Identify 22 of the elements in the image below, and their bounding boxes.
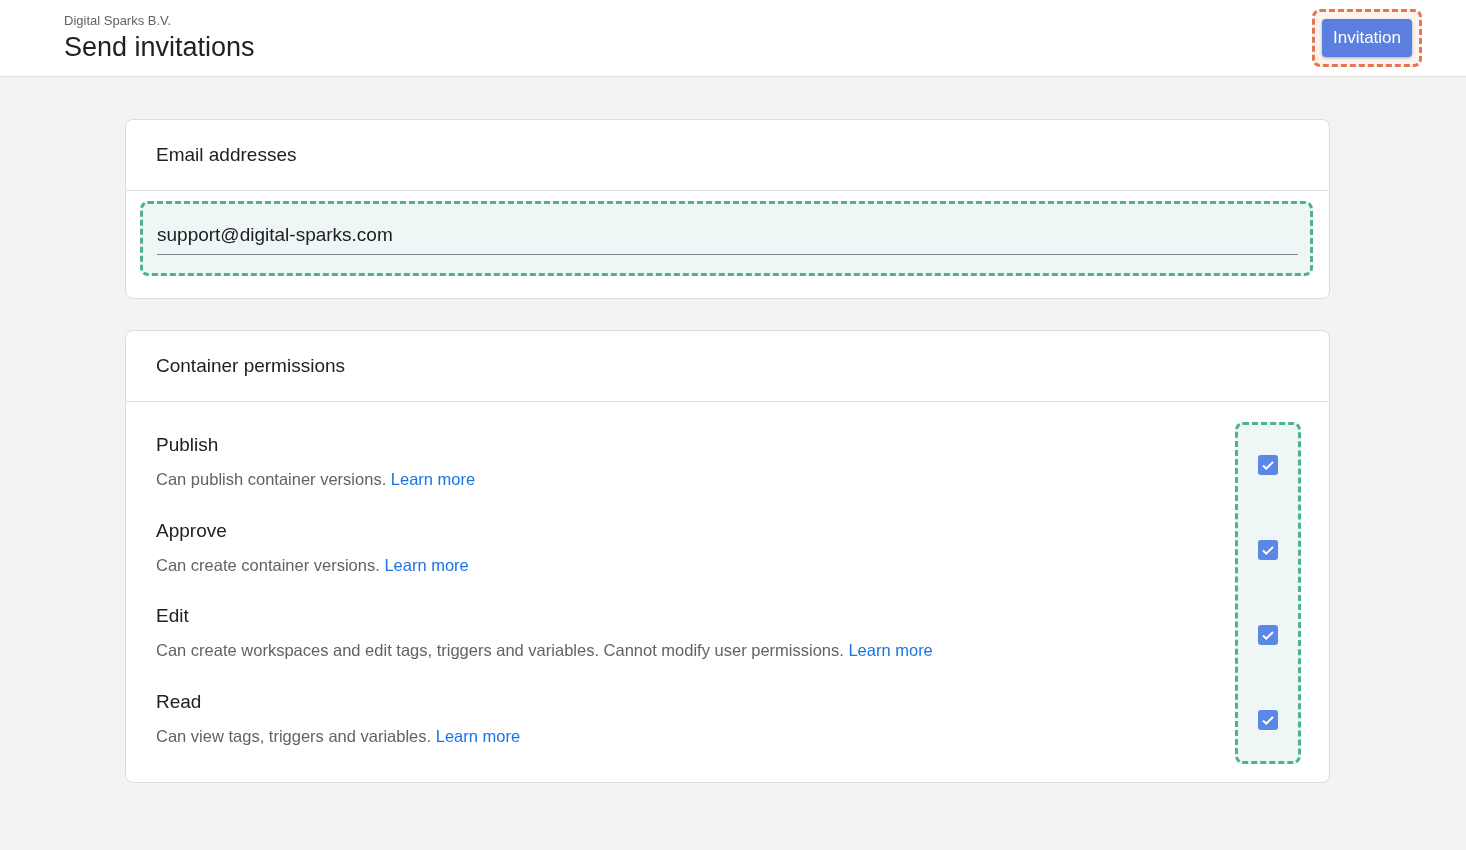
permission-checkbox[interactable] (1258, 455, 1278, 475)
permission-name: Edit (156, 605, 190, 627)
permission-description: Can publish container versions. Learn more (156, 470, 477, 489)
permission-description: Can view tags, triggers and variables. Learn more (156, 726, 522, 746)
permission-description: Can create workspaces and edit tags, triggers and variables. Cannot modify user permissions. Learn more (156, 641, 933, 660)
invitation-button[interactable]: Invitation (1321, 19, 1412, 57)
permission-checkbox[interactable] (1258, 540, 1278, 560)
learn-more-link[interactable]: Learn more (435, 726, 521, 745)
email-input-field[interactable]: support@digital-sparks.com (140, 201, 1313, 276)
permission-description: Can create container versions. Learn more (156, 555, 470, 575)
permission-checkbox[interactable] (1258, 625, 1278, 645)
permission-name: Approve (156, 519, 228, 542)
learn-more-link[interactable]: Learn more (390, 470, 476, 488)
learn-more-link[interactable]: Learn more (384, 555, 469, 574)
permission-name: Read (156, 690, 203, 713)
card-title: Container permissions (156, 355, 346, 377)
organization-name: Digital Sparks B.V. (64, 13, 173, 28)
permission-checkbox[interactable] (1258, 710, 1278, 730)
learn-more-link[interactable]: Learn more (848, 641, 933, 659)
card-title: Email addresses (156, 144, 297, 166)
page-title: Send invitations (64, 32, 255, 63)
permission-name: Publish (156, 434, 220, 456)
